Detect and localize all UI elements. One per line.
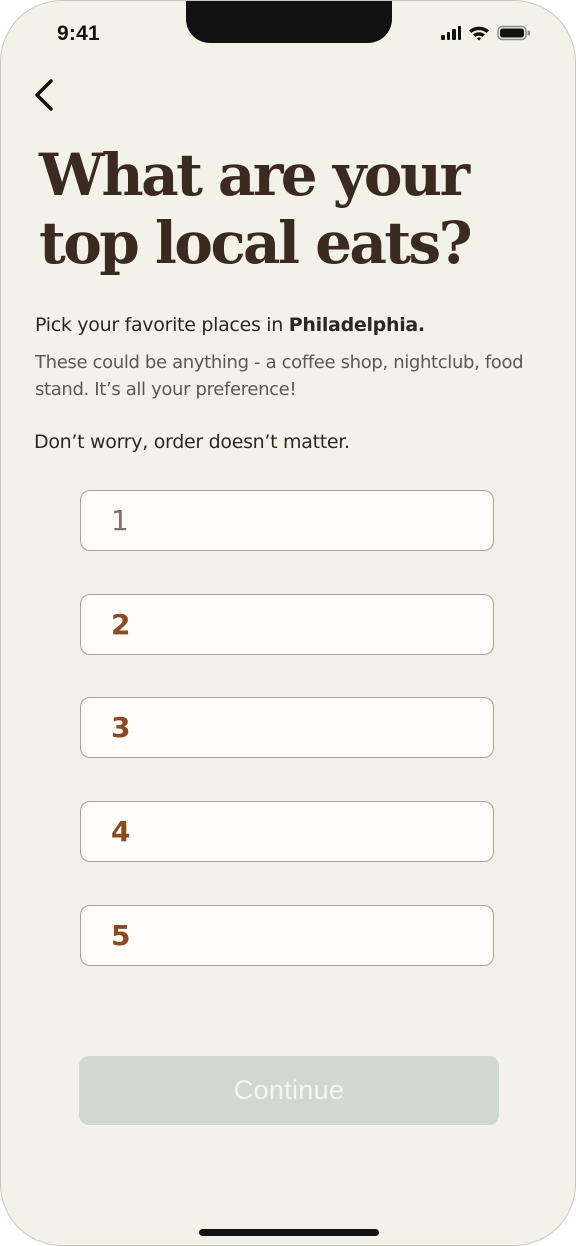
- field-number: 4: [111, 815, 131, 848]
- page-title-line1: What are your: [39, 141, 470, 209]
- field-number: 2: [111, 608, 131, 641]
- pick-prefix: Pick your favorite places in: [35, 314, 289, 336]
- place-field-4[interactable]: 4: [80, 801, 494, 862]
- field-number: 1: [111, 504, 129, 537]
- back-button[interactable]: [29, 75, 61, 115]
- page-title: What are your top local eats?: [39, 141, 549, 277]
- place-input-3[interactable]: [137, 697, 493, 758]
- place-input-4[interactable]: [137, 801, 493, 862]
- place-field-3[interactable]: 3: [80, 697, 494, 758]
- page-title-line2: top local eats?: [39, 209, 473, 277]
- field-number: 3: [111, 711, 131, 744]
- field-number: 5: [111, 919, 131, 952]
- status-time: 9:41: [57, 22, 100, 45]
- home-indicator[interactable]: [199, 1229, 379, 1236]
- order-note: Don’t worry, order doesn’t matter.: [34, 431, 350, 453]
- wifi-icon: [469, 26, 489, 41]
- device-notch: [186, 1, 392, 43]
- continue-button[interactable]: Continue: [79, 1056, 499, 1125]
- place-input-1[interactable]: [137, 490, 493, 551]
- pick-instruction: Pick your favorite places in Philadelphi…: [35, 314, 425, 336]
- battery-icon: [497, 25, 530, 41]
- place-field-2[interactable]: 2: [80, 594, 494, 655]
- place-field-1[interactable]: 1: [80, 490, 494, 551]
- city-name: Philadelphia.: [288, 314, 425, 336]
- phone-screen: 9:41 What are your top local eats? Pick …: [0, 0, 576, 1246]
- description-text: These could be anything - a coffee shop,…: [35, 352, 524, 400]
- place-input-5[interactable]: [137, 905, 493, 966]
- status-icons: [441, 25, 531, 41]
- chevron-left-icon: [35, 79, 53, 111]
- place-field-5[interactable]: 5: [80, 905, 494, 966]
- place-input-2[interactable]: [137, 594, 493, 655]
- cellular-signal-icon: [441, 26, 461, 40]
